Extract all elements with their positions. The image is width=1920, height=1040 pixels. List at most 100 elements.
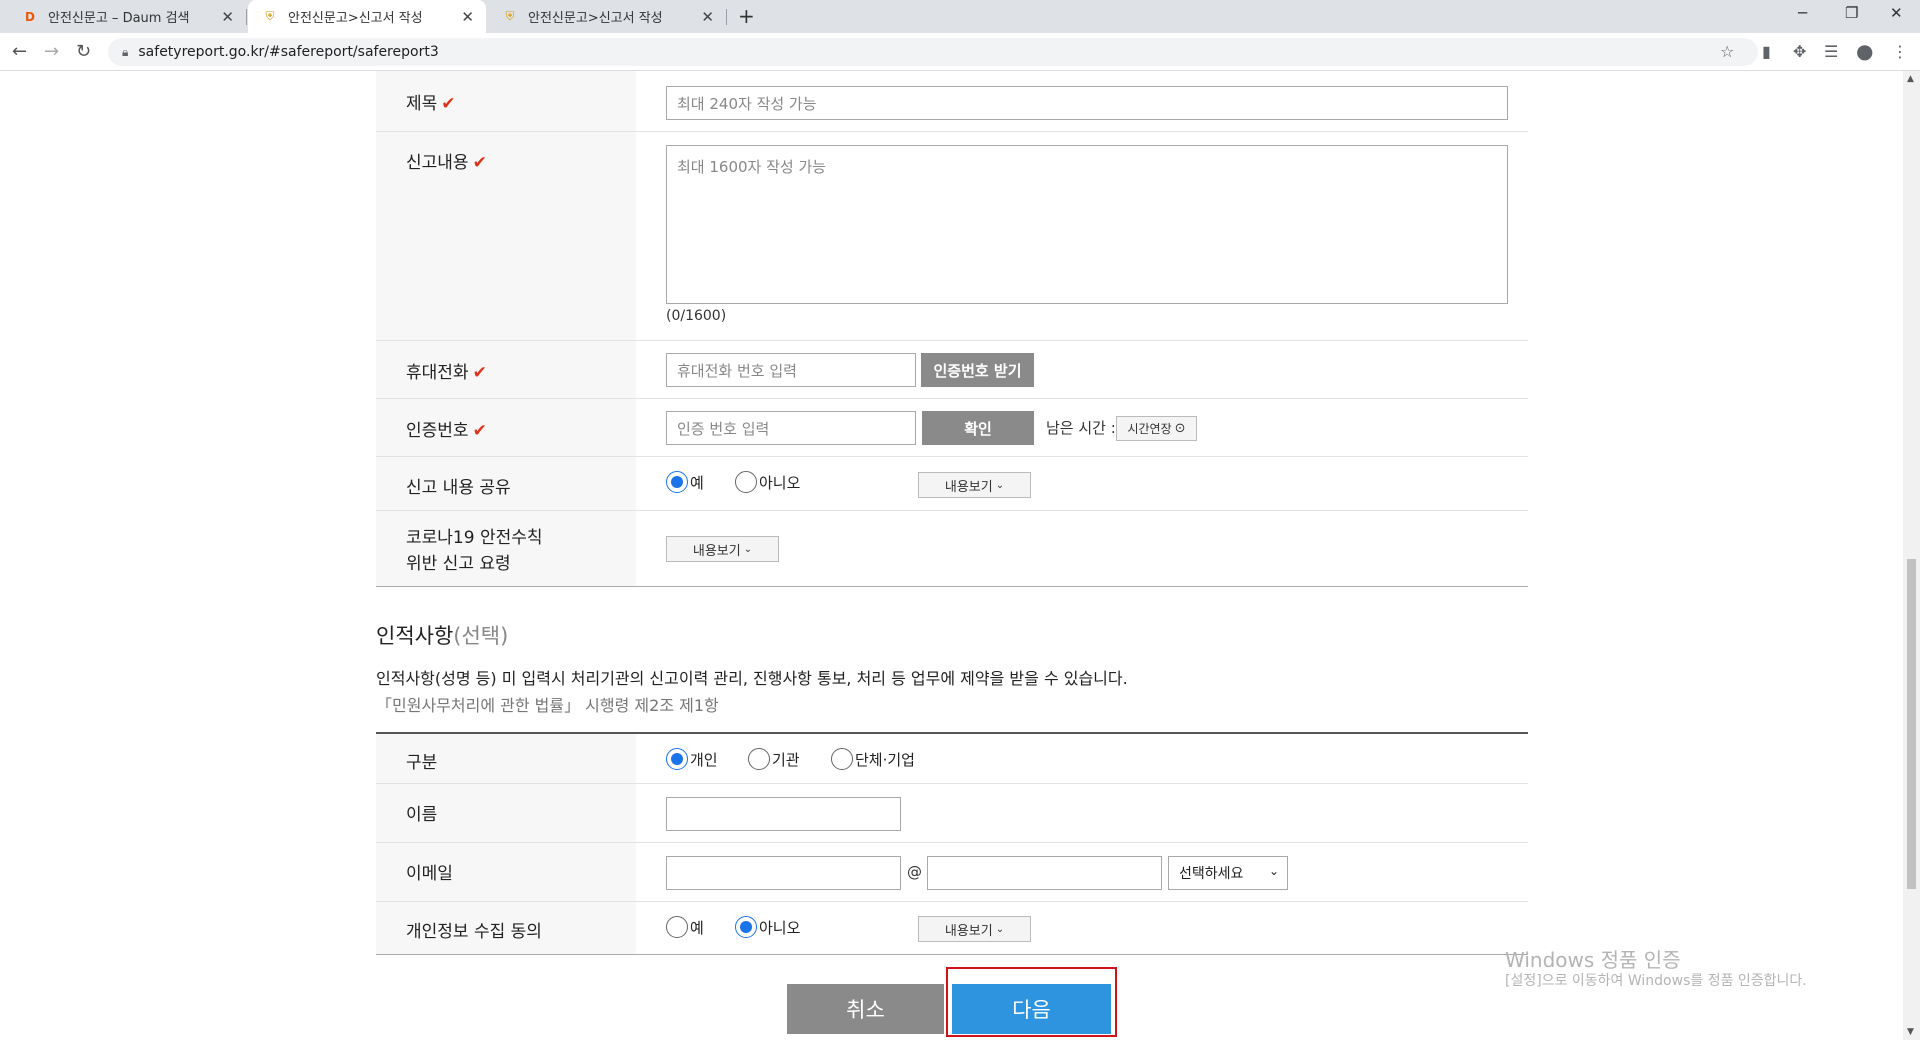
close-icon[interactable]: ✕ [461, 8, 474, 26]
email-at-sign: @ [907, 863, 922, 881]
section-optional-text: (선택) [453, 624, 509, 648]
menu-kebab-icon[interactable]: ⋮ [1892, 42, 1908, 61]
radio-selected-icon [735, 916, 757, 938]
personal-section-title: 인적사항(선택) [376, 620, 508, 650]
close-icon[interactable]: ✕ [701, 8, 714, 26]
extend-time-button[interactable]: 시간연장 ⊙ [1116, 416, 1197, 441]
type-row: 구분 [376, 734, 1528, 784]
consent-view-button[interactable]: 내용보기 ⌄ [918, 916, 1031, 942]
required-check-icon: ✔ [472, 153, 487, 173]
restore-icon[interactable]: ❐ [1845, 4, 1858, 22]
auth-label: 인증번호 [406, 421, 469, 441]
url-text: safetyreport.go.kr/#safereport/saferepor… [138, 44, 439, 60]
share-no-label: 아니오 [759, 473, 801, 492]
email-select-label: 선택하세요 [1179, 866, 1244, 882]
email-domain-select[interactable]: 선택하세요 ⌄ [1168, 856, 1288, 890]
chevron-down-icon: ⌄ [995, 479, 1005, 491]
confirm-button[interactable]: 확인 [922, 411, 1034, 445]
remaining-time-label: 남은 시간 : [1046, 419, 1116, 437]
bookmark-star-icon[interactable]: ☆ [1720, 42, 1734, 61]
radio-selected-icon [666, 471, 688, 493]
chevron-down-icon: ⌄ [1268, 864, 1279, 878]
covid-view-label: 내용보기 [692, 543, 741, 559]
puzzle-icon[interactable]: ✥ [1793, 42, 1806, 61]
required-check-icon: ✔ [472, 363, 487, 383]
cancel-button[interactable]: 취소 [787, 984, 944, 1034]
consent-label: 개인정보 수집 동의 [406, 922, 542, 942]
covid-label-line1: 코로나19 안전수칙 [406, 528, 543, 548]
shield-favicon-icon: ⛨ [505, 9, 515, 23]
window-close-icon[interactable]: ✕ [1890, 4, 1903, 22]
minimize-icon[interactable]: ─ [1798, 4, 1807, 22]
phone-label-cell: 휴대전화 ✔ [376, 341, 636, 398]
address-bar: ← → ↻ 🔒︎ safetyreport.go.kr/#safereport/… [0, 33, 1920, 71]
email-domain-input[interactable] [927, 856, 1162, 890]
chevron-down-icon: ⌄ [995, 923, 1005, 935]
consent-no-radio[interactable]: 아니오 [735, 916, 800, 938]
auth-code-input[interactable]: 인증 번호 입력 [666, 411, 916, 445]
radio-unselected-icon [748, 748, 770, 770]
shield-favicon-icon: ⛨ [265, 9, 275, 23]
type-individual-label: 개인 [690, 750, 718, 769]
covid-view-button[interactable]: 내용보기 ⌄ [666, 536, 779, 562]
browser-tab-2[interactable]: ⛨ 안전신문고>신고서 작성 ✕ [248, 0, 486, 33]
profile-avatar-icon[interactable]: ● [1856, 39, 1873, 63]
radio-unselected-icon [666, 916, 688, 938]
forward-icon[interactable]: → [44, 41, 59, 62]
reload-icon[interactable]: ↻ [76, 41, 91, 62]
page-scrollbar[interactable]: ▲ ▼ [1903, 71, 1920, 1040]
new-tab-icon[interactable]: + [738, 4, 755, 28]
media-icon[interactable]: ☰ [1824, 42, 1838, 61]
type-organization-radio[interactable]: 기관 [748, 748, 800, 770]
consent-label-cell: 개인정보 수집 동의 [376, 902, 636, 954]
content-textarea[interactable]: 최대 1600자 작성 가능 [666, 145, 1508, 304]
close-icon[interactable]: ✕ [221, 8, 234, 26]
scrollbar-thumb[interactable] [1907, 559, 1916, 889]
consent-no-label: 아니오 [759, 918, 801, 937]
radio-unselected-icon [735, 471, 757, 493]
covid-label-line2: 위반 신고 요령 [406, 554, 511, 574]
law-notice: 「민원사무처리에 관한 법률」 시행령 제2조 제1항 [376, 696, 719, 715]
back-icon[interactable]: ← [12, 41, 27, 62]
type-company-radio[interactable]: 단체·기업 [831, 748, 915, 770]
share-yes-radio[interactable]: 예 [666, 471, 704, 493]
consent-view-label: 내용보기 [944, 923, 993, 939]
personal-notice: 인적사항(성명 등) 미 입력시 처리기관의 신고이력 관리, 진행사항 통보,… [376, 669, 1128, 688]
title-label-cell: 제목 ✔ [376, 71, 636, 131]
request-code-button[interactable]: 인증번호 받기 [921, 353, 1034, 387]
type-organization-label: 기관 [772, 750, 800, 769]
name-input[interactable] [666, 797, 901, 831]
share-label: 신고 내용 공유 [406, 478, 511, 498]
type-individual-radio[interactable]: 개인 [666, 748, 718, 770]
required-check-icon: ✔ [441, 94, 456, 114]
name-label-cell: 이름 [376, 784, 636, 842]
covid-row: 코로나19 안전수칙 위반 신고 요령 [376, 511, 1528, 587]
tab-separator [726, 9, 727, 25]
chevron-down-icon: ⌄ [743, 543, 753, 555]
phone-input[interactable]: 휴대전화 번호 입력 [666, 353, 916, 387]
url-field[interactable]: 🔒︎ safetyreport.go.kr/#safereport/safere… [108, 38, 1758, 66]
share-label-cell: 신고 내용 공유 [376, 457, 636, 510]
phone-label: 휴대전화 [406, 363, 469, 383]
daum-favicon-icon: D [25, 9, 35, 24]
scroll-up-icon[interactable]: ▲ [1907, 74, 1914, 84]
auth-label-cell: 인증번호 ✔ [376, 399, 636, 456]
browser-tab-3[interactable]: ⛨ 안전신문고>신고서 작성 ✕ [488, 0, 726, 33]
windows-activation-title: Windows 정품 인증 [1505, 948, 1681, 972]
title-input[interactable]: 최대 240자 작성 가능 [666, 86, 1508, 120]
type-company-label: 단체·기업 [855, 750, 915, 769]
consent-yes-radio[interactable]: 예 [666, 916, 704, 938]
next-button[interactable]: 다음 [952, 984, 1111, 1034]
extension-icon[interactable]: ▮ [1762, 42, 1771, 61]
browser-tab-1[interactable]: D 안전신문고 – Daum 검색 ✕ [8, 0, 246, 33]
share-view-button[interactable]: 내용보기 ⌄ [918, 472, 1031, 498]
email-local-input[interactable] [666, 856, 901, 890]
name-label: 이름 [406, 805, 438, 825]
content-counter: (0/1600) [666, 308, 727, 324]
tab-title: 안전신문고>신고서 작성 [288, 11, 423, 26]
lock-icon: 🔒︎ [122, 44, 129, 59]
type-label-cell: 구분 [376, 734, 636, 783]
title-label: 제목 [406, 94, 438, 114]
scroll-down-icon[interactable]: ▼ [1907, 1027, 1914, 1037]
share-no-radio[interactable]: 아니오 [735, 471, 800, 493]
